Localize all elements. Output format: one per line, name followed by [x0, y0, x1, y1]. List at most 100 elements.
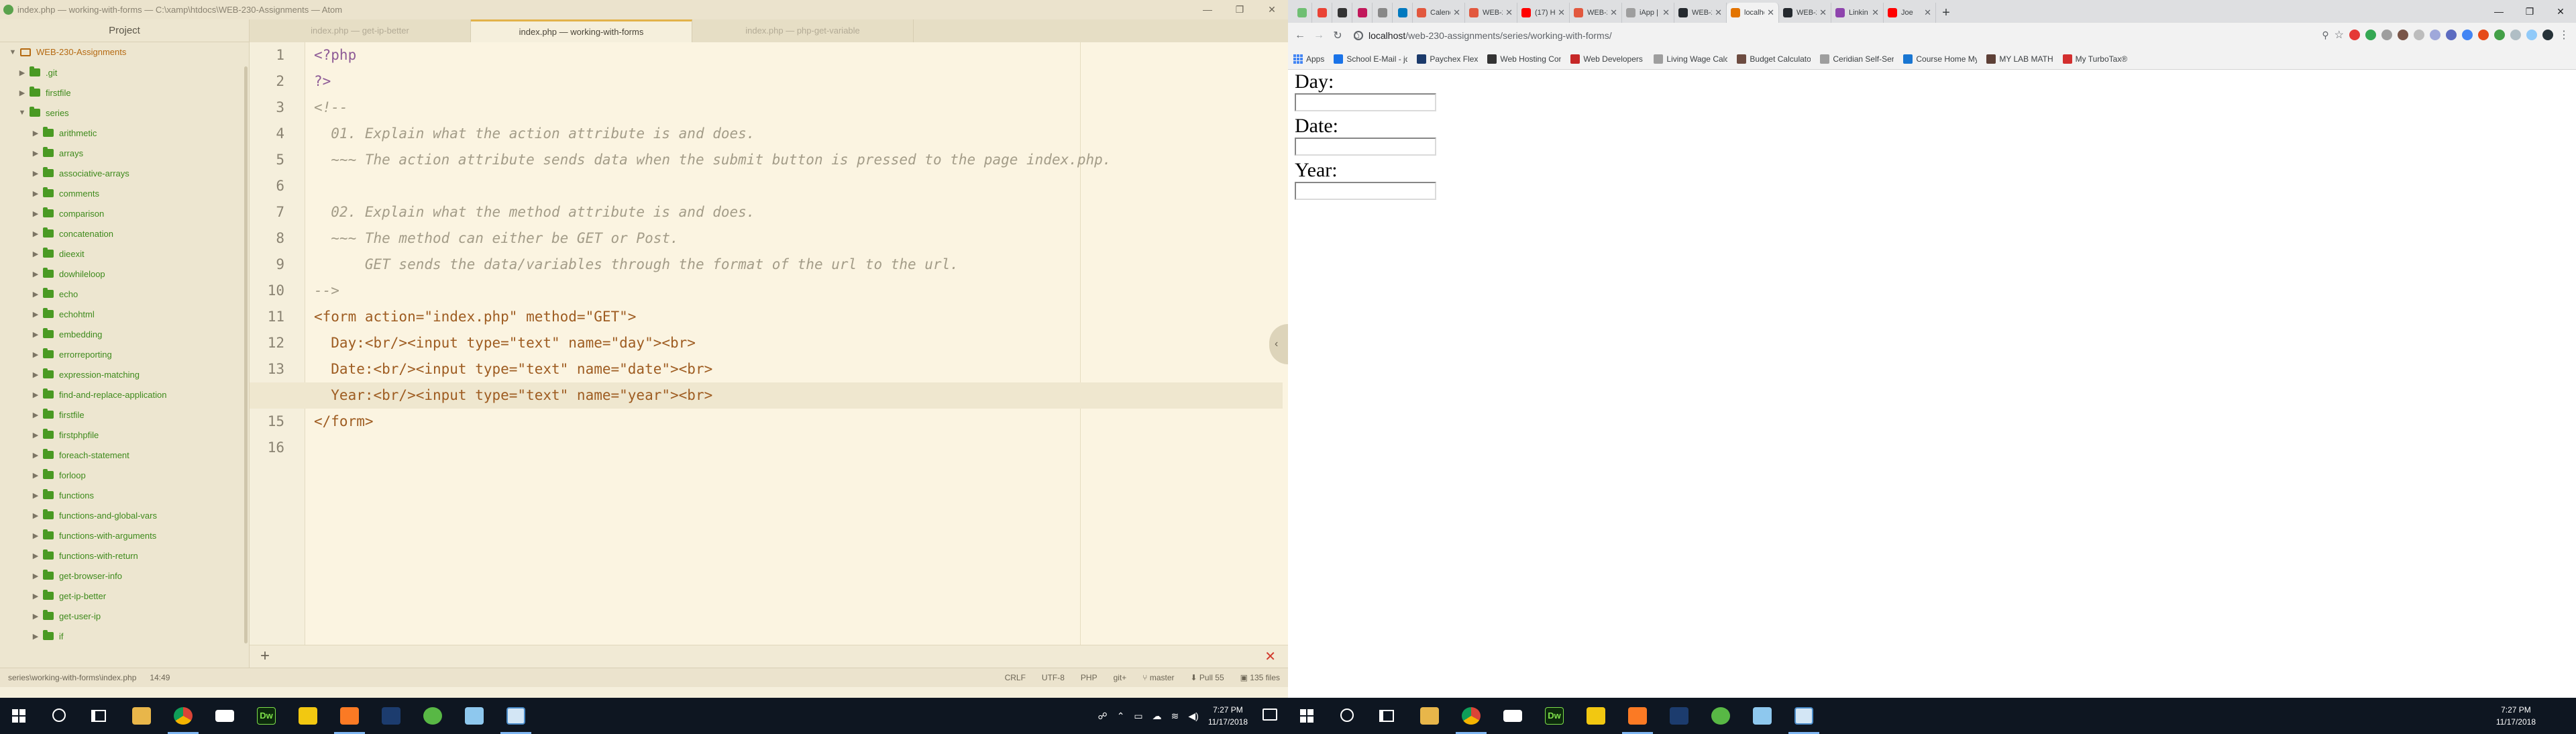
taskbar-xampp[interactable]	[1617, 698, 1658, 734]
zoom-icon[interactable]: ⚲	[2322, 30, 2328, 41]
tree-item[interactable]: ▶ forloop	[0, 465, 249, 485]
taskbar-mail[interactable]	[1492, 698, 1534, 734]
search-icon[interactable]	[1340, 709, 1354, 722]
pinned-tab[interactable]	[1312, 3, 1332, 23]
tab-working-with-forms[interactable]: index.php — working-with-forms	[471, 19, 692, 42]
browser-tab[interactable]: WEB-23✕	[1779, 3, 1831, 23]
task-view-icon[interactable]	[1379, 710, 1394, 722]
tree-item[interactable]: ▶ get-user-ip	[0, 606, 249, 626]
taskbar-chrome[interactable]	[1450, 698, 1492, 734]
tree-item[interactable]: ▼ series	[0, 103, 249, 123]
taskbar-photoshop[interactable]	[370, 698, 412, 734]
taskbar-sticky-notes[interactable]	[1575, 698, 1617, 734]
tree-item[interactable]: ▶ dowhileloop	[0, 264, 249, 284]
close-tab-icon[interactable]: ✕	[1558, 7, 1565, 18]
avatar[interactable]	[2542, 30, 2553, 40]
close-tab-icon[interactable]: ✕	[1610, 7, 1617, 18]
people-icon[interactable]: ☍	[1098, 711, 1108, 722]
bookmark-item[interactable]: Paychex Flex	[1417, 54, 1478, 64]
day-input[interactable]	[1295, 93, 1436, 111]
status-file-path[interactable]: series\working-with-forms\index.php	[8, 673, 136, 682]
tree-item[interactable]: ▶ embedding	[0, 324, 249, 344]
taskbar-dreamweaver[interactable]: Dw	[246, 698, 287, 734]
code-line[interactable]: </form>	[314, 409, 1280, 435]
extension-icon[interactable]	[2381, 30, 2392, 40]
bookmark-item[interactable]: Living Wage Calculat	[1654, 54, 1727, 64]
tree-item[interactable]: ▶ associative-arrays	[0, 163, 249, 183]
extension-icon[interactable]	[2462, 30, 2473, 40]
tree-item[interactable]: ▶ comments	[0, 183, 249, 203]
tree-item[interactable]: ▶ arrays	[0, 143, 249, 163]
browser-tab[interactable]: localhost✕	[1727, 3, 1779, 23]
extension-icon[interactable]	[2526, 30, 2537, 40]
apps-shortcut[interactable]: Apps	[1293, 54, 1324, 64]
taskbar-notepad[interactable]	[453, 698, 495, 734]
extension-icon[interactable]	[2414, 30, 2424, 40]
add-pane-icon[interactable]: +	[260, 647, 270, 666]
close-tab-icon[interactable]: ✕	[1662, 7, 1670, 18]
tree-item[interactable]: ▶ functions-with-return	[0, 545, 249, 566]
tree-item[interactable]: ▶ echohtml	[0, 304, 249, 324]
browser-tab[interactable]: (17) How✕	[1517, 3, 1570, 23]
tree-item[interactable]: ▶ .git	[0, 62, 249, 83]
tree-item[interactable]: ▶ if	[0, 626, 249, 646]
tree-item[interactable]: ▶ echo	[0, 284, 249, 304]
taskbar-spotify[interactable]	[412, 698, 453, 734]
code-line[interactable]: -->	[314, 278, 1280, 304]
extension-icon[interactable]	[2398, 30, 2408, 40]
taskbar-file-explorer[interactable]	[121, 698, 162, 734]
status-cursor-position[interactable]: 14:49	[150, 673, 170, 682]
tree-item[interactable]: ▶ find-and-replace-application	[0, 384, 249, 405]
taskbar-clock[interactable]: 7:27 PM 11/17/2018	[2496, 704, 2536, 728]
code-line[interactable]: 01. Explain what the action attribute is…	[314, 121, 1280, 147]
taskbar-xampp[interactable]	[329, 698, 370, 734]
close-tab-icon[interactable]: ✕	[1767, 7, 1774, 18]
minimize-button[interactable]: —	[2483, 0, 2514, 23]
status-branch[interactable]: ⑂ master	[1142, 668, 1174, 687]
extension-icon[interactable]	[2365, 30, 2376, 40]
minimize-button[interactable]: —	[1191, 0, 1224, 19]
tree-item[interactable]: ▶ functions	[0, 485, 249, 505]
windows-start-icon[interactable]	[12, 709, 25, 723]
browser-tab[interactable]: WEB-23✕	[1674, 3, 1727, 23]
bookmark-item[interactable]: Ceridian Self-Service	[1820, 54, 1894, 64]
status-encoding[interactable]: UTF-8	[1042, 668, 1065, 687]
star-icon[interactable]: ☆	[2334, 28, 2344, 42]
bookmark-item[interactable]: My TurboTax®	[2062, 54, 2127, 64]
browser-tab[interactable]: WEB-23✕	[1570, 3, 1622, 23]
tree-item[interactable]: ▶ get-ip-better	[0, 586, 249, 606]
year-input[interactable]	[1295, 182, 1436, 200]
taskbar-atom[interactable]	[1783, 698, 1825, 734]
close-tab-icon[interactable]: ✕	[1505, 7, 1513, 18]
code-line[interactable]: Date:<br/><input type="text" name="date"…	[314, 356, 1280, 382]
code-line[interactable]: ~~~ The method can either be GET or Post…	[314, 225, 1280, 252]
menu-icon[interactable]: ⋮	[2559, 28, 2569, 42]
code-line[interactable]: <!--	[314, 95, 1280, 121]
chevron-up-icon[interactable]: ⌃	[1117, 711, 1125, 722]
close-pane-icon[interactable]: ✕	[1265, 648, 1276, 665]
taskbar-sticky-notes[interactable]	[287, 698, 329, 734]
status-pull[interactable]: ⬇ Pull 55	[1191, 668, 1224, 687]
taskbar-chrome[interactable]	[162, 698, 204, 734]
tree-item[interactable]: ▶ comparison	[0, 203, 249, 223]
bookmark-item[interactable]: Web Hosting Contro	[1487, 54, 1561, 64]
address-bar[interactable]: localhost/web-230-assignments/series/wor…	[1354, 26, 2420, 45]
tree-item[interactable]: ▶ get-browser-info	[0, 566, 249, 586]
tree-item[interactable]: ▶ expression-matching	[0, 364, 249, 384]
close-tab-icon[interactable]: ✕	[1453, 7, 1460, 18]
extension-icon[interactable]	[2430, 30, 2440, 40]
taskbar-file-explorer[interactable]	[1409, 698, 1450, 734]
tree-item[interactable]: ▶ errorreporting	[0, 344, 249, 364]
code-line[interactable]: GET sends the data/variables through the…	[314, 252, 1280, 278]
tree-item[interactable]: ▶ foreach-statement	[0, 445, 249, 465]
status-files[interactable]: ▣ 135 files	[1240, 668, 1280, 687]
maximize-button[interactable]: ❐	[1224, 0, 1256, 19]
code-line[interactable]: <form action="index.php" method="GET">	[314, 304, 1280, 330]
close-tab-icon[interactable]: ✕	[1924, 7, 1931, 18]
tree-item[interactable]: ▶ firstfile	[0, 405, 249, 425]
taskbar-dreamweaver[interactable]: Dw	[1534, 698, 1575, 734]
browser-tab[interactable]: Calendar✕	[1413, 3, 1465, 23]
close-tab-icon[interactable]: ✕	[1872, 7, 1879, 18]
taskbar-notepad[interactable]	[1741, 698, 1783, 734]
tree-item[interactable]: ▶ firstfile	[0, 83, 249, 103]
